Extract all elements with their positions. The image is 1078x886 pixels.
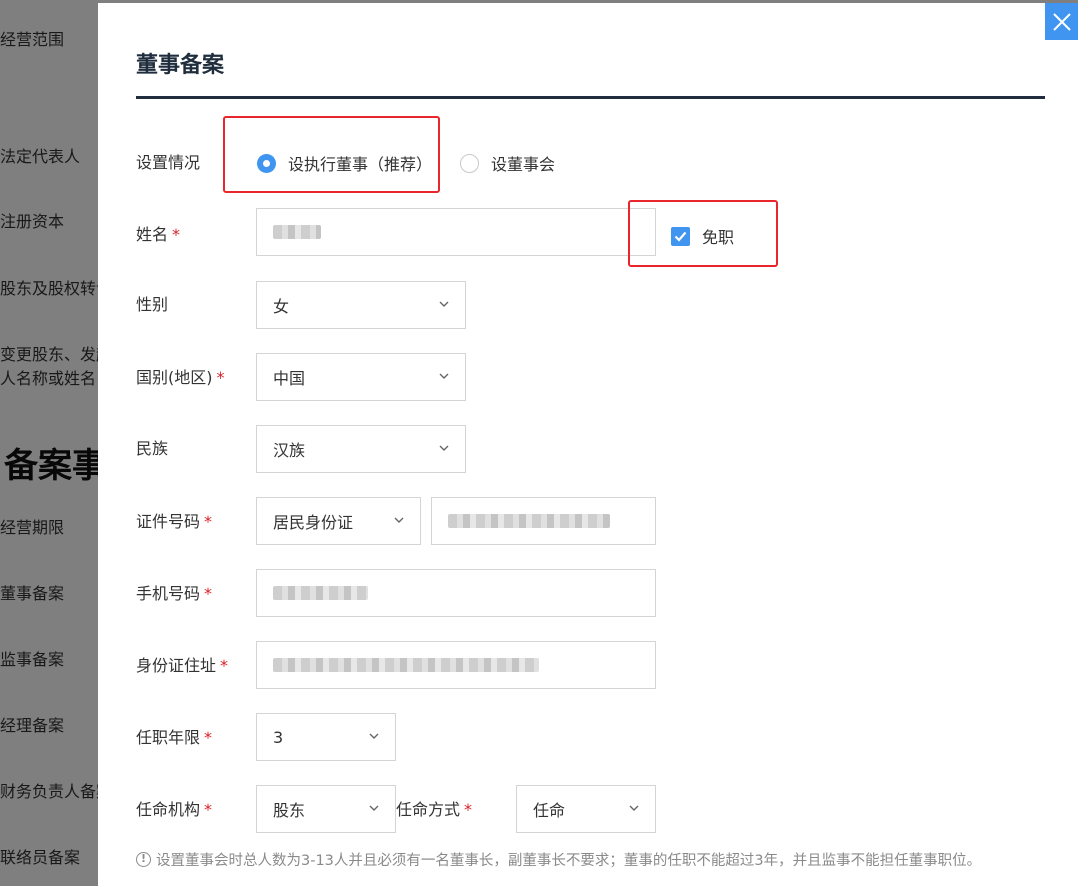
chevron-down-icon [439, 301, 449, 307]
appointing-body-select[interactable]: 股东 [256, 785, 396, 833]
phone-label: 手机号码 * [136, 584, 213, 603]
modal-title: 董事备案 [136, 53, 225, 78]
redacted-value [273, 658, 539, 672]
title-divider [136, 96, 1045, 99]
term-select[interactable]: 3 [256, 713, 396, 761]
appointment-method-select[interactable]: 任命 [516, 785, 656, 833]
redacted-value [273, 586, 368, 600]
id-number-label: 证件号码 * [136, 512, 213, 531]
chevron-down-icon [394, 517, 404, 523]
info-circle-icon: ! [136, 852, 151, 867]
redacted-value [273, 225, 321, 239]
term-label: 任职年限 * [136, 728, 213, 747]
chevron-down-icon [439, 445, 449, 451]
appointing-body-value: 股东 [273, 801, 306, 820]
close-button[interactable] [1045, 3, 1078, 40]
ethnicity-select[interactable]: 汉族 [256, 425, 466, 473]
appointment-method-label: 任命方式 * [396, 800, 473, 819]
highlight-box-dismiss [628, 200, 778, 267]
phone-input[interactable] [256, 569, 656, 617]
id-type-select[interactable]: 居民身份证 [256, 497, 421, 545]
radio-label: 设董事会 [491, 155, 556, 174]
ethnicity-label: 民族 [136, 439, 169, 458]
highlight-box-setup [223, 116, 440, 193]
nationality-value: 中国 [273, 369, 306, 388]
id-address-input[interactable] [256, 641, 656, 689]
id-number-input[interactable] [431, 497, 656, 545]
director-filing-modal: 董事备案 设置情况 设执行董事（推荐） 设董事会 姓名 * 免职 性别 女 国别(… [98, 3, 1078, 886]
nationality-select[interactable]: 中国 [256, 353, 466, 401]
chevron-down-icon [369, 805, 379, 811]
appointment-method-value: 任命 [533, 801, 566, 820]
redacted-value [448, 514, 610, 528]
appointing-body-label: 任命机构 * [136, 800, 213, 819]
id-type-value: 居民身份证 [273, 513, 354, 532]
chevron-down-icon [439, 373, 449, 379]
radio-board-of-directors[interactable]: 设董事会 [460, 151, 555, 175]
close-icon [1052, 12, 1071, 31]
gender-value: 女 [273, 297, 290, 316]
chevron-down-icon [369, 733, 379, 739]
gender-label: 性别 [136, 295, 169, 314]
hint-text: 设置董事会时总人数为3-13人并且必须有一名董事长，副董事长不要求；董事的任职不… [156, 853, 982, 869]
hint-text-row: ! 设置董事会时总人数为3-13人并且必须有一名董事长，副董事长不要求；董事的任… [136, 849, 981, 870]
setup-label: 设置情况 [136, 153, 201, 172]
gender-select[interactable]: 女 [256, 281, 466, 329]
name-label: 姓名 * [136, 225, 181, 244]
chevron-down-icon [629, 805, 639, 811]
name-input[interactable] [256, 208, 656, 256]
radio-dot [460, 153, 479, 173]
nationality-label: 国别(地区) * [136, 368, 225, 387]
id-address-label: 身份证住址 * [136, 656, 229, 675]
term-value: 3 [273, 727, 284, 747]
ethnicity-value: 汉族 [273, 441, 306, 460]
